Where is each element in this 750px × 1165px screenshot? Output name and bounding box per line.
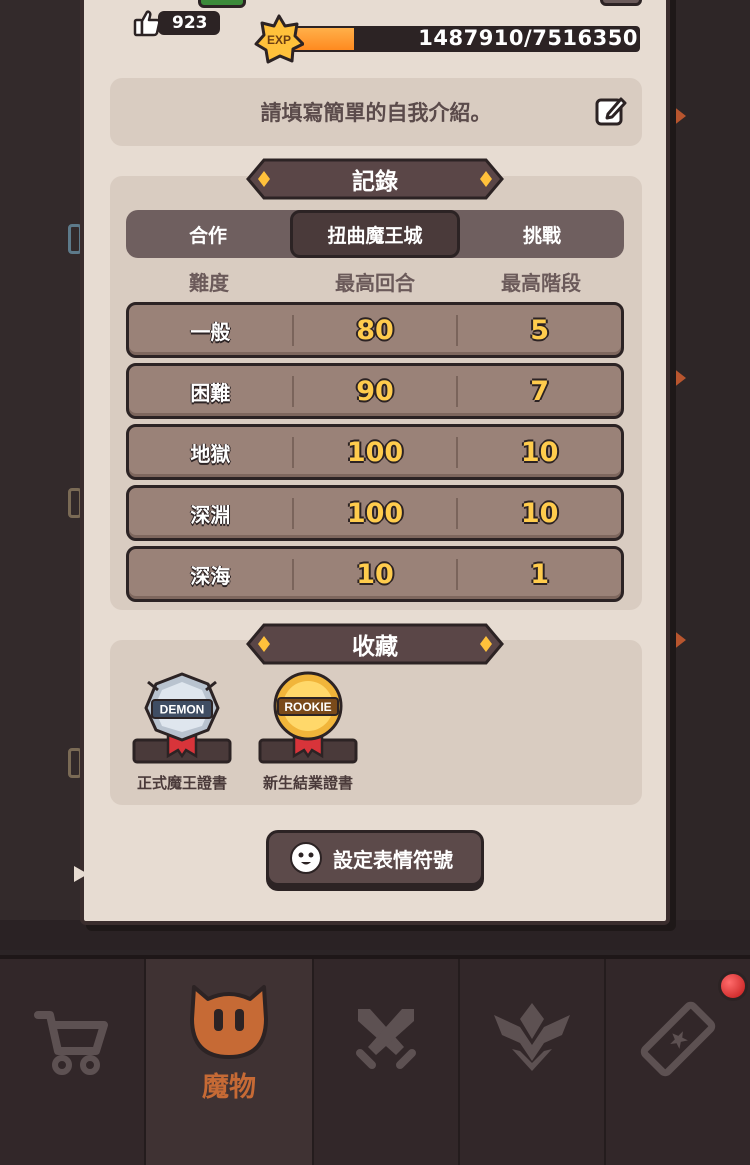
badge-name: 正式魔王證書 <box>136 774 227 792</box>
tab-twisted-castle[interactable]: 扭曲魔王城 <box>290 210 460 258</box>
max-stage-cell: 10 <box>456 436 621 468</box>
max-round-cell: 10 <box>291 558 457 590</box>
difficulty-cell: 地獄 <box>190 441 231 466</box>
nav-rank[interactable] <box>460 959 606 1165</box>
background-right <box>670 0 750 920</box>
table-row: 深海 10 1 <box>126 546 624 602</box>
nav-monster-label: 魔物 <box>202 1072 256 1103</box>
table-row: 深淵 100 10 <box>126 485 624 541</box>
set-emote-label: 設定表情符號 <box>333 847 453 872</box>
edit-icon[interactable] <box>594 94 628 128</box>
background-arrow-marker <box>668 364 686 392</box>
level-frame <box>198 0 246 8</box>
panel-notch <box>74 866 88 882</box>
monster-icon <box>190 985 268 1059</box>
records-title: 記錄 <box>352 169 398 195</box>
column-max-stage: 最高階段 <box>501 271 581 295</box>
column-difficulty: 難度 <box>189 271 229 295</box>
difficulty-cell: 一般 <box>190 319 231 344</box>
nav-shop[interactable] <box>0 959 146 1165</box>
max-round-cell: 80 <box>291 314 457 346</box>
badge-demon-certificate[interactable]: DEMON 正式魔王證書 <box>126 668 238 793</box>
exp-value: 1487910/7516350 <box>418 26 638 50</box>
max-round-cell: 90 <box>291 375 457 407</box>
max-stage-cell: 5 <box>456 314 621 346</box>
table-row: 困難 90 7 <box>126 363 624 419</box>
records-tabs: 合作 扭曲魔王城 挑戰 <box>126 210 624 258</box>
records-banner: 記錄 <box>246 158 504 200</box>
likes-count: 923 <box>158 11 220 35</box>
exp-star-icon: EXP <box>254 14 304 64</box>
demon-emblem-icon: DEMON <box>132 672 232 764</box>
nav-battle[interactable] <box>314 959 460 1165</box>
set-emote-button[interactable]: 設定表情符號 <box>266 830 484 886</box>
exp-badge-label: EXP <box>267 33 291 47</box>
difficulty-cell: 困難 <box>190 380 231 405</box>
difficulty-cell: 深海 <box>190 563 231 588</box>
difficulty-cell: 深淵 <box>190 502 231 527</box>
background-arrow-marker <box>668 626 686 654</box>
cart-icon <box>34 1011 108 1075</box>
max-round-cell: 100 <box>291 436 457 468</box>
ticket-icon <box>640 1001 716 1077</box>
intro-placeholder: 請填寫簡單的自我介紹。 <box>260 101 492 125</box>
notification-dot <box>718 971 748 1001</box>
max-round-cell: 100 <box>291 497 457 529</box>
records-header: 難度 最高回合 最高階段 <box>126 266 624 300</box>
smiley-icon <box>290 842 322 874</box>
badge-rookie-certificate[interactable]: ROOKIE 新生結業證書 <box>252 668 364 793</box>
records-table: 一般 80 5 困難 90 7 地獄 100 10 深淵 100 10 深海 1… <box>126 302 624 607</box>
collection-banner: 收藏 <box>246 623 504 665</box>
swords-icon <box>356 1009 416 1069</box>
demon-emblem-label: DEMON <box>160 703 205 717</box>
close-frame <box>600 0 642 6</box>
tab-coop[interactable]: 合作 <box>126 210 290 258</box>
max-stage-cell: 10 <box>456 497 621 529</box>
nav-pass[interactable] <box>606 959 750 1165</box>
tab-challenge[interactable]: 挑戰 <box>460 210 624 258</box>
likes-counter[interactable]: 923 <box>132 8 220 38</box>
table-row: 一般 80 5 <box>126 302 624 358</box>
column-max-round: 最高回合 <box>335 271 415 295</box>
exp-bar: EXP 1487910/7516350 <box>254 12 644 64</box>
intro-field[interactable]: 請填寫簡單的自我介紹。 <box>110 78 642 146</box>
rookie-emblem-icon: ROOKIE <box>258 671 358 764</box>
rank-wings-icon <box>494 1003 570 1071</box>
bottom-navigation: 魔物 <box>0 955 750 1165</box>
background-left <box>0 0 84 920</box>
collection-list: DEMON 正式魔王證書 ROOKIE 新生結業證書 <box>126 668 378 793</box>
table-row: 地獄 100 10 <box>126 424 624 480</box>
rookie-emblem-label: ROOKIE <box>284 700 331 714</box>
background-arrow-marker <box>668 102 686 130</box>
nav-monster[interactable]: 魔物 <box>146 959 314 1165</box>
collection-title: 收藏 <box>352 634 398 660</box>
max-stage-cell: 1 <box>456 558 621 590</box>
max-stage-cell: 7 <box>456 375 621 407</box>
badge-name: 新生結業證書 <box>262 774 353 792</box>
